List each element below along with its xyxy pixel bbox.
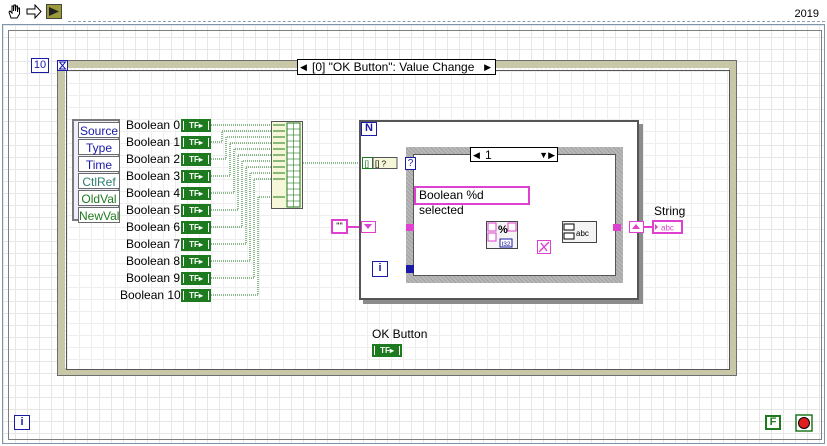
search-array-node[interactable]: [] [] ? — [362, 157, 398, 169]
boolean-6-label: Boolean 6 — [126, 220, 181, 234]
dropdown-icon[interactable]: ▼▶ — [539, 148, 555, 163]
svg-text:[]: [] — [365, 160, 369, 169]
format-string-constant[interactable]: Boolean %d selected — [414, 186, 530, 217]
down-triangle-icon — [364, 224, 372, 229]
svg-text:I32: I32 — [502, 241, 511, 248]
boolean-6-terminal[interactable] — [181, 221, 211, 234]
boolean-8-label: Boolean 8 — [126, 254, 181, 268]
boolean-0-terminal[interactable] — [181, 119, 211, 132]
case-selector-label: 1 — [485, 148, 492, 162]
boolean-1-label: Boolean 1 — [126, 135, 181, 149]
boolean-9-terminal[interactable] — [181, 272, 211, 285]
svg-text:%: % — [498, 224, 508, 236]
svg-text:[] ?: [] ? — [375, 160, 387, 169]
stop-false-constant[interactable]: F — [765, 415, 781, 430]
boolean-7-terminal[interactable] — [181, 238, 211, 251]
boolean-9-label: Boolean 9 — [126, 271, 181, 285]
boolean-8-terminal[interactable] — [181, 255, 211, 268]
boolean-7-label: Boolean 7 — [126, 237, 181, 251]
build-array-node[interactable] — [271, 121, 303, 209]
empty-string-in-case-icon[interactable] — [537, 240, 551, 254]
boolean-1-terminal[interactable] — [181, 136, 211, 149]
boolean-5-label: Boolean 5 — [126, 203, 181, 217]
case-selector-terminal: ? — [405, 157, 416, 170]
string-shift-register-right[interactable] — [629, 221, 644, 233]
string-indicator[interactable]: abc — [652, 220, 683, 234]
stop-icon[interactable] — [795, 414, 813, 432]
string-indicator-label: String — [654, 204, 686, 218]
ok-button-terminal[interactable] — [372, 344, 402, 357]
concatenate-node[interactable]: abc — [562, 221, 597, 243]
boolean-10-terminal[interactable] — [181, 289, 211, 302]
loop-count-terminal[interactable]: N — [361, 122, 377, 136]
boolean-4-label: Boolean 4 — [126, 186, 181, 200]
format-into-string-node[interactable]: % I32 — [486, 221, 518, 249]
boolean-10-label: Boolean 10 — [120, 288, 181, 302]
boolean-2-terminal[interactable] — [181, 153, 211, 166]
prev-case-icon[interactable]: ◀ — [473, 148, 480, 163]
string-tunnel — [406, 224, 414, 231]
boolean-3-terminal[interactable] — [181, 170, 211, 183]
boolean-5-terminal[interactable] — [181, 204, 211, 217]
up-triangle-icon — [632, 224, 640, 229]
string-tunnel-out — [613, 224, 621, 231]
empty-string-constant[interactable]: "" — [331, 219, 348, 234]
string-shift-register-left[interactable] — [361, 221, 376, 233]
iteration-terminal[interactable]: i — [372, 261, 388, 277]
svg-text:abc: abc — [576, 229, 589, 238]
boolean-2-label: Boolean 2 — [126, 152, 181, 166]
ok-button-label: OK Button — [372, 327, 428, 341]
case-selector[interactable]: ◀ 1 ▼▶ — [470, 147, 558, 162]
svg-text:abc: abc — [661, 224, 674, 233]
boolean-3-label: Boolean 3 — [126, 169, 181, 183]
event-iteration-terminal[interactable]: i — [14, 415, 30, 430]
boolean-0-label: Boolean 0 — [126, 118, 181, 132]
iteration-tunnel — [406, 265, 414, 273]
boolean-4-terminal[interactable] — [181, 187, 211, 200]
